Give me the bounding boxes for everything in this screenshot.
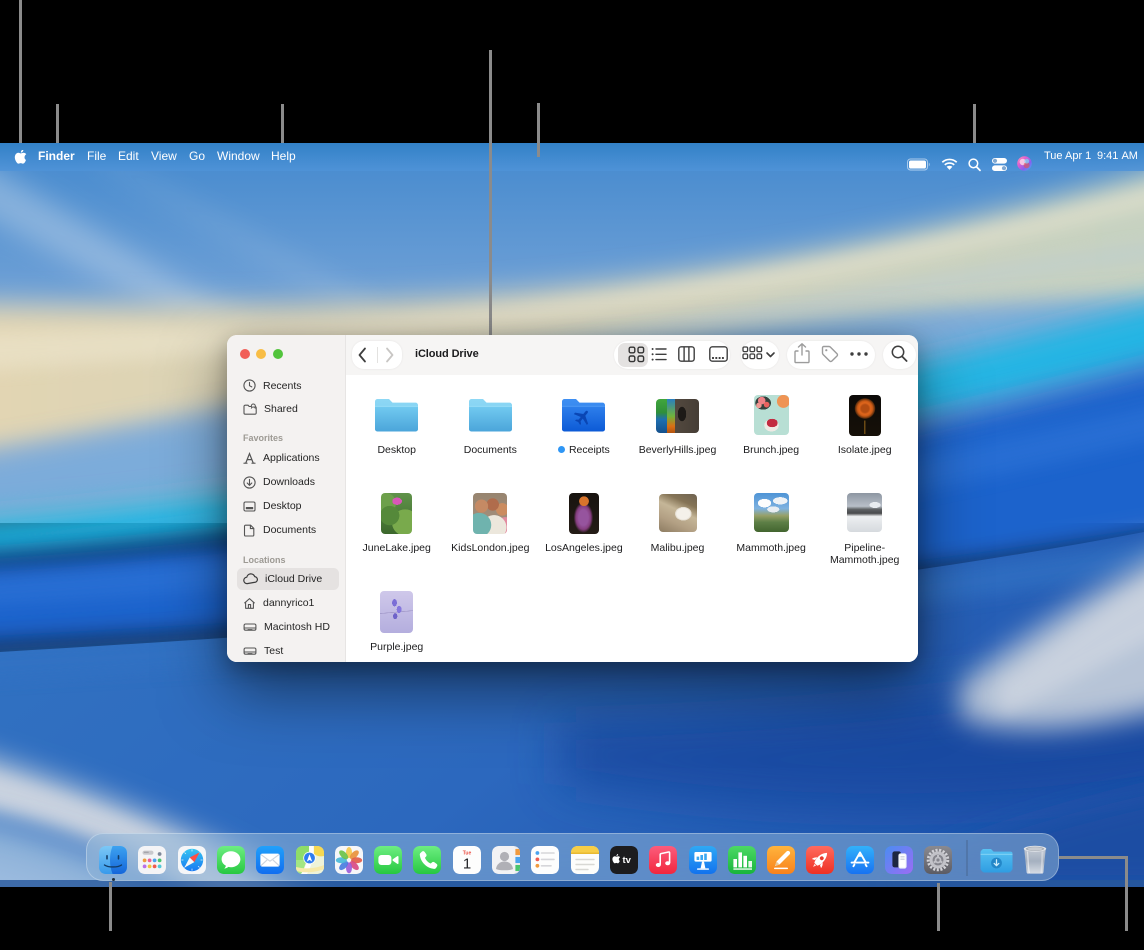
svg-text:1: 1 [463, 855, 471, 872]
svg-text:tv: tv [622, 855, 631, 866]
